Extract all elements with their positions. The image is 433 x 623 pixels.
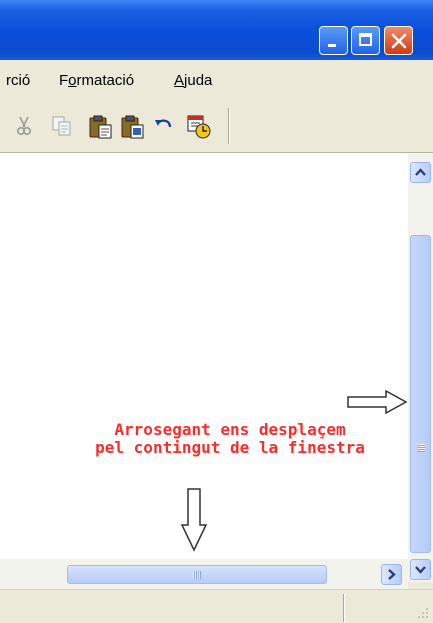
- menu-formatacio[interactable]: Formatació: [59, 72, 134, 89]
- date-time-button[interactable]: [186, 114, 211, 139]
- title-bar[interactable]: [0, 0, 433, 60]
- annotation-line-1: Arrosegant ens desplaçem: [114, 420, 346, 439]
- chevron-right-icon: [388, 569, 396, 580]
- menu-label-part: juda: [184, 72, 213, 89]
- vertical-scroll-thumb[interactable]: [410, 235, 431, 553]
- tutorial-annotation: Arrosegant ens desplaçem pel contingut d…: [50, 421, 410, 457]
- menu-ajuda[interactable]: Ajuda: [174, 72, 212, 89]
- minimize-icon: [328, 44, 336, 47]
- menu-bar: rció Formatació Ajuda: [0, 60, 433, 100]
- close-button[interactable]: [384, 26, 413, 55]
- toolbar: [0, 100, 433, 153]
- paste-icon: [89, 115, 112, 139]
- minimize-button[interactable]: [319, 26, 348, 55]
- chevron-down-icon: [415, 566, 426, 574]
- scroll-up-button[interactable]: [410, 162, 431, 183]
- close-icon: [391, 33, 407, 49]
- menu-label-part: rmatació: [76, 72, 135, 89]
- grip-icon: [193, 571, 201, 579]
- arrow-down-icon: [180, 488, 208, 552]
- undo-icon: [155, 119, 172, 128]
- chevron-up-icon: [415, 168, 426, 176]
- paste-button[interactable]: [88, 114, 112, 139]
- menu-insercio[interactable]: rció: [6, 72, 30, 89]
- maximize-button[interactable]: [351, 26, 380, 55]
- cut-icon: [17, 116, 32, 136]
- menu-label: rció: [6, 72, 31, 89]
- annotation-line-2: pel contingut de la finestra: [95, 438, 365, 457]
- copy-button[interactable]: [50, 114, 74, 138]
- undo-button[interactable]: [152, 114, 176, 138]
- scroll-down-button[interactable]: [410, 559, 431, 580]
- menu-accelerator: A: [174, 72, 185, 89]
- horizontal-scroll-thumb[interactable]: [67, 565, 327, 584]
- paste-special-icon: [121, 115, 144, 139]
- arrow-right-icon: [347, 390, 408, 414]
- maximize-icon: [359, 33, 372, 46]
- grip-icon: [417, 444, 425, 452]
- cut-button[interactable]: [12, 114, 36, 138]
- resize-grip-icon[interactable]: [414, 604, 430, 620]
- horizontal-scrollbar[interactable]: [0, 559, 408, 589]
- menu-accelerator: o: [68, 72, 77, 89]
- copy-icon: [52, 116, 71, 136]
- date-time-icon: [187, 115, 211, 139]
- toolbar-separator: [228, 108, 230, 144]
- menu-label-part: F: [59, 72, 69, 89]
- vertical-scrollbar[interactable]: [408, 153, 433, 582]
- paste-special-button[interactable]: [120, 114, 144, 139]
- scrollbar-corner: [408, 582, 433, 589]
- scroll-right-button[interactable]: [381, 564, 402, 585]
- status-bar: [0, 589, 433, 623]
- status-divider: [343, 594, 345, 622]
